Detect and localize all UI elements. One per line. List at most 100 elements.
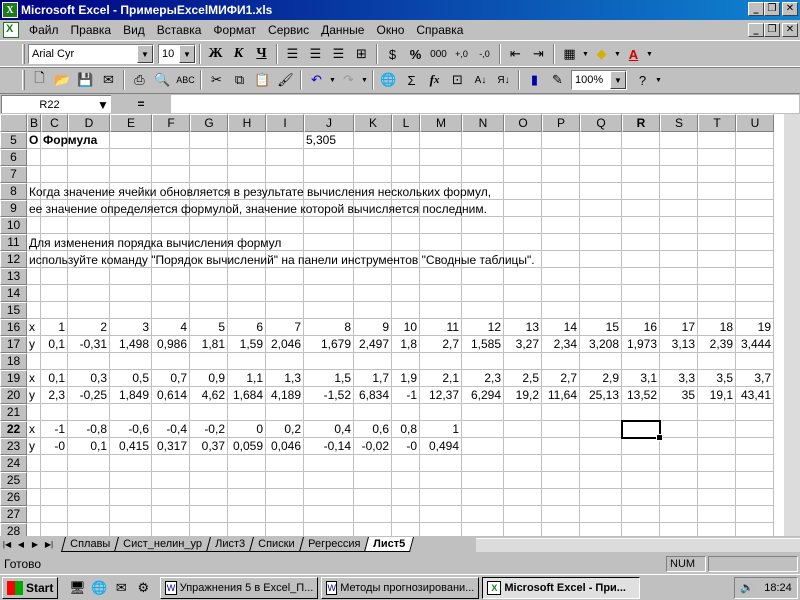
cell-l13[interactable] <box>392 268 420 285</box>
cell-m16[interactable]: 11 <box>420 319 462 336</box>
cell-b24[interactable] <box>27 455 41 472</box>
merge-center-button[interactable]: ⊞ <box>350 43 373 65</box>
cell-d14[interactable] <box>68 285 110 302</box>
cell-q21[interactable] <box>580 404 622 421</box>
cell-o19[interactable]: 2,5 <box>504 370 542 387</box>
cell-m28[interactable] <box>420 523 462 536</box>
cell-g10[interactable] <box>190 217 228 234</box>
cell-r9[interactable] <box>622 200 660 217</box>
cell-b23[interactable]: y <box>27 438 41 455</box>
cell-o6[interactable] <box>504 149 542 166</box>
column-header-t[interactable]: T <box>698 114 736 132</box>
cell-b15[interactable] <box>27 302 41 319</box>
cell-r16[interactable]: 16 <box>622 319 660 336</box>
cell-t26[interactable] <box>698 489 736 506</box>
chevron-down-icon[interactable]: ▼ <box>610 71 626 89</box>
hyperlink-icon[interactable]: 🌐 <box>377 69 400 91</box>
row-header-12[interactable]: 12 <box>0 251 27 268</box>
function-wizard-icon[interactable]: ⊡ <box>446 69 469 91</box>
cell-c19[interactable]: 0,1 <box>41 370 68 387</box>
cell-e26[interactable] <box>110 489 152 506</box>
cell-i5[interactable] <box>266 132 304 149</box>
vertical-scrollbar[interactable] <box>784 114 800 536</box>
cell-m24[interactable] <box>420 455 462 472</box>
cell-c10[interactable] <box>41 217 68 234</box>
cell-n28[interactable] <box>462 523 504 536</box>
cell-b26[interactable] <box>27 489 41 506</box>
cell-i26[interactable] <box>266 489 304 506</box>
cell-l25[interactable] <box>392 472 420 489</box>
cell-t23[interactable] <box>698 438 736 455</box>
cell-d23[interactable]: 0,1 <box>68 438 110 455</box>
cell-o28[interactable] <box>504 523 542 536</box>
cell-f23[interactable]: 0,317 <box>152 438 190 455</box>
cell-t13[interactable] <box>698 268 736 285</box>
cell-b20[interactable]: y <box>27 387 41 404</box>
cell-q18[interactable] <box>580 353 622 370</box>
row-header-21[interactable]: 21 <box>0 404 27 421</box>
cell-l5[interactable] <box>392 132 420 149</box>
cell-f28[interactable] <box>152 523 190 536</box>
cell-g7[interactable] <box>190 166 228 183</box>
desktop-icon[interactable]: 🖥 <box>66 578 88 598</box>
cell-c13[interactable] <box>41 268 68 285</box>
cell-j11[interactable] <box>304 234 354 251</box>
cell-o9[interactable] <box>504 200 542 217</box>
cell-f24[interactable] <box>152 455 190 472</box>
cell-q13[interactable] <box>580 268 622 285</box>
cell-u15[interactable] <box>736 302 774 319</box>
cell-n20[interactable]: 6,294 <box>462 387 504 404</box>
cell-r21[interactable] <box>622 404 660 421</box>
cell-b5[interactable]: О <box>27 132 41 149</box>
cell-s20[interactable]: 35 <box>660 387 698 404</box>
cell-h18[interactable] <box>228 353 266 370</box>
cell-l28[interactable] <box>392 523 420 536</box>
bold-button[interactable]: Ж <box>204 43 227 65</box>
column-header-o[interactable]: O <box>504 114 542 132</box>
cell-h27[interactable] <box>228 506 266 523</box>
cell-u23[interactable] <box>736 438 774 455</box>
cell-l6[interactable] <box>392 149 420 166</box>
cell-e5[interactable] <box>110 132 152 149</box>
first-sheet-icon[interactable]: |◀ <box>0 537 14 551</box>
cell-m17[interactable]: 2,7 <box>420 336 462 353</box>
cell-h14[interactable] <box>228 285 266 302</box>
cell-t10[interactable] <box>698 217 736 234</box>
drawing-icon[interactable]: ✎ <box>546 69 569 91</box>
cell-k25[interactable] <box>354 472 392 489</box>
cell-l19[interactable]: 1,9 <box>392 370 420 387</box>
cell-k20[interactable]: 6,834 <box>354 387 392 404</box>
cell-q17[interactable]: 3,208 <box>580 336 622 353</box>
cell-n14[interactable] <box>462 285 504 302</box>
next-sheet-icon[interactable]: ▶ <box>28 537 42 551</box>
taskbar-item-word-1[interactable]: W Упражнения 5 в Excel_П... <box>160 576 319 599</box>
column-header-n[interactable]: N <box>462 114 504 132</box>
cell-b25[interactable] <box>27 472 41 489</box>
cell-i14[interactable] <box>266 285 304 302</box>
cell-d21[interactable] <box>68 404 110 421</box>
cell-s22[interactable] <box>660 421 698 438</box>
increase-indent-button[interactable]: ⇥ <box>527 43 550 65</box>
cell-b27[interactable] <box>27 506 41 523</box>
menu-data[interactable]: Данные <box>315 23 370 37</box>
cell-l14[interactable] <box>392 285 420 302</box>
cell-k5[interactable] <box>354 132 392 149</box>
cell-q9[interactable] <box>580 200 622 217</box>
cell-i13[interactable] <box>266 268 304 285</box>
cell-m11[interactable] <box>420 234 462 251</box>
doc-restore-button[interactable]: ❐ <box>764 23 780 37</box>
cell-o22[interactable] <box>504 421 542 438</box>
cell-s12[interactable] <box>660 251 698 268</box>
save-icon[interactable]: 💾 <box>74 69 97 91</box>
cell-u6[interactable] <box>736 149 774 166</box>
cell-d24[interactable] <box>68 455 110 472</box>
cell-n27[interactable] <box>462 506 504 523</box>
cell-m13[interactable] <box>420 268 462 285</box>
cell-r14[interactable] <box>622 285 660 302</box>
cell-b17[interactable]: y <box>27 336 41 353</box>
cell-s5[interactable] <box>660 132 698 149</box>
cell-t7[interactable] <box>698 166 736 183</box>
cell-q6[interactable] <box>580 149 622 166</box>
channel-icon[interactable]: ⚙ <box>132 578 154 598</box>
cell-q25[interactable] <box>580 472 622 489</box>
